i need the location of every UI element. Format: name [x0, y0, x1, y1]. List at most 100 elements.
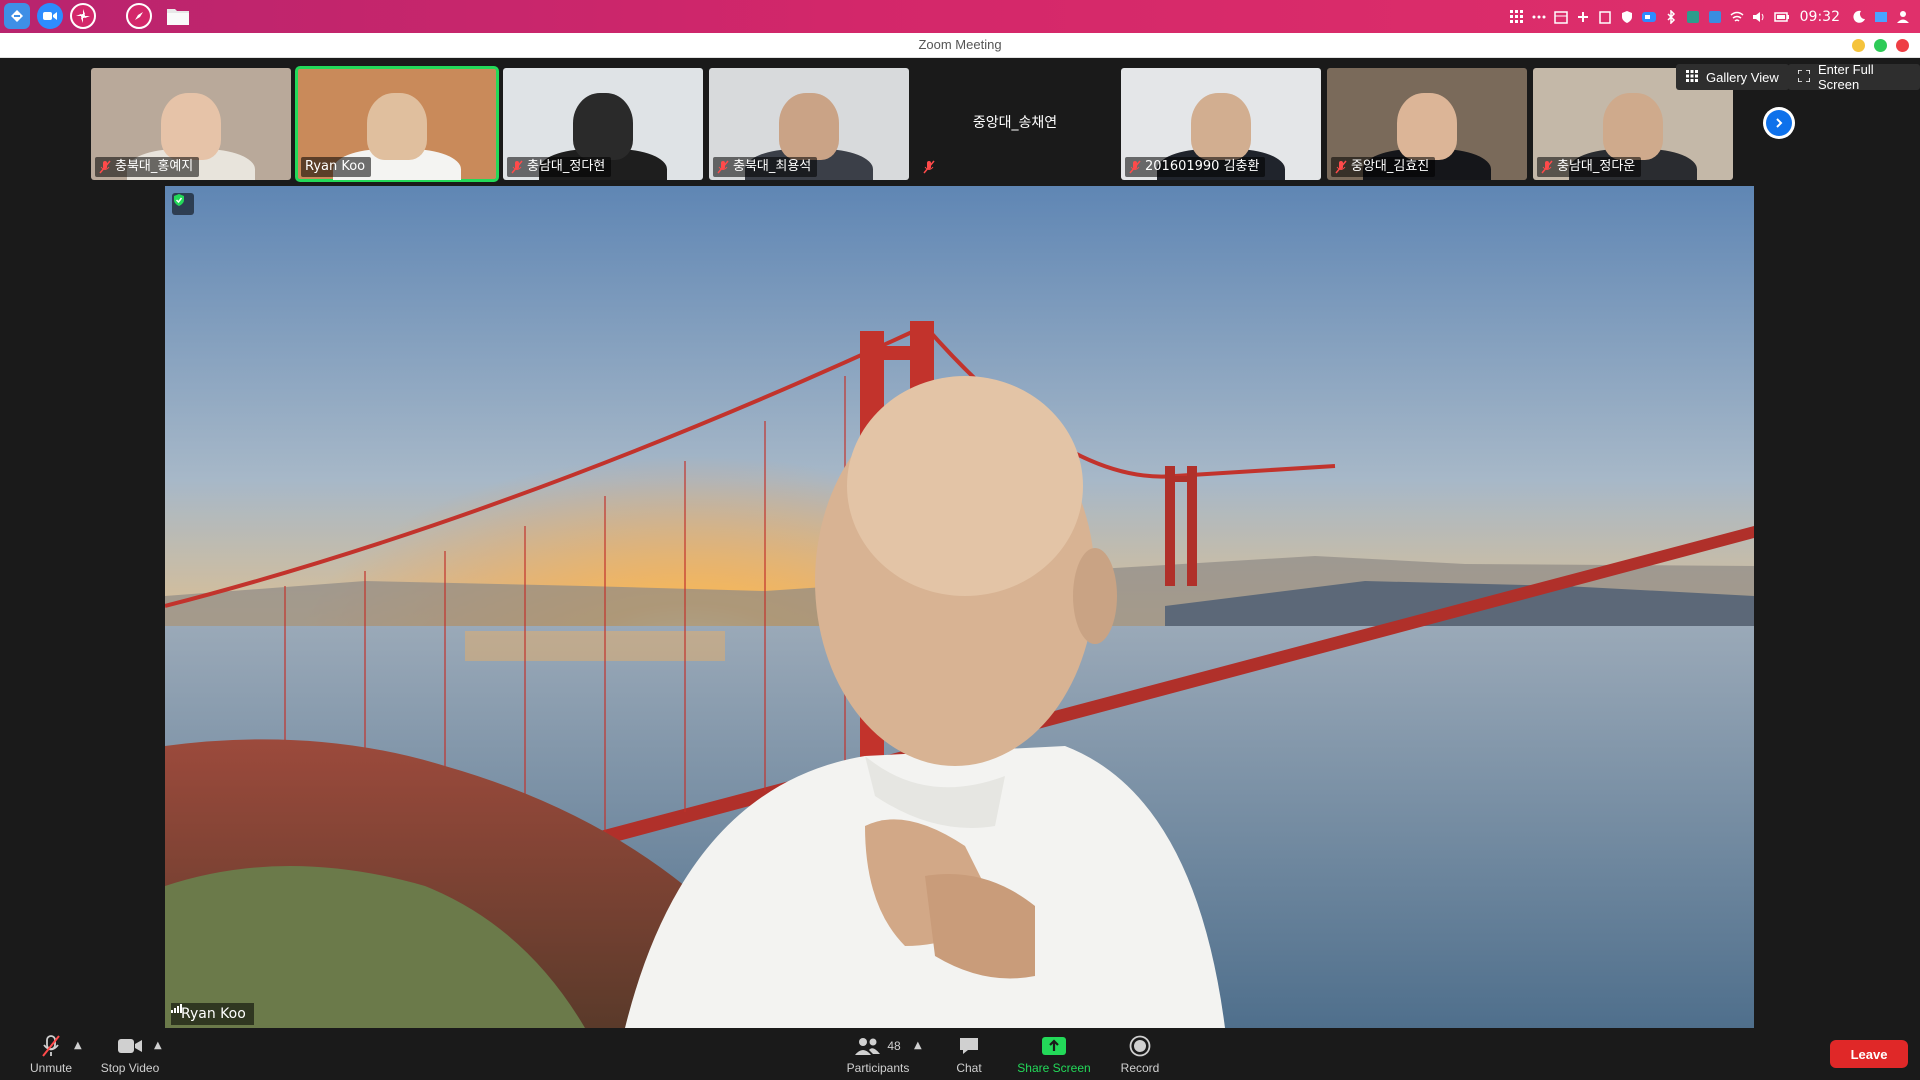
- active-speaker-name-label: Ryan Koo: [171, 1003, 254, 1025]
- close-button[interactable]: [1896, 39, 1909, 52]
- security-shield-icon[interactable]: [172, 193, 194, 215]
- bluetooth-icon[interactable]: [1664, 8, 1678, 25]
- maximize-button[interactable]: [1874, 39, 1887, 52]
- chat-bubble-icon: [958, 1032, 980, 1060]
- participant-face: [1603, 92, 1663, 160]
- record-icon: [1129, 1032, 1151, 1060]
- muted-mic-icon: [1541, 160, 1553, 174]
- participant-name-label: 충남대_정다현: [507, 157, 612, 177]
- participants-label: Participants: [846, 1061, 910, 1075]
- virtual-background-golden-gate: [165, 186, 1754, 1028]
- user-icon[interactable]: [1896, 10, 1910, 24]
- unmute-button[interactable]: Unmute: [24, 1032, 78, 1078]
- app-launcher-icon[interactable]: [4, 3, 30, 29]
- share-screen-label: Share Screen: [1017, 1061, 1091, 1075]
- muted-mic-icon: [40, 1032, 62, 1060]
- participant-name: Ryan Koo: [305, 159, 366, 174]
- zoom-app-icon[interactable]: [37, 3, 63, 29]
- wifi-icon[interactable]: [1730, 10, 1744, 24]
- system-top-bar: 09:32: [0, 0, 1920, 33]
- muted-mic-icon: [1129, 160, 1141, 174]
- battery-icon[interactable]: [1773, 10, 1789, 24]
- system-tray: 09:32: [1509, 0, 1910, 33]
- participant-thumbnail-video-off[interactable]: 중앙대_송채연: [915, 68, 1115, 180]
- stop-video-button[interactable]: Stop Video: [97, 1032, 163, 1078]
- muted-mic-icon: [99, 160, 111, 174]
- participant-name-label: 충북대_최용석: [713, 157, 818, 177]
- participant-name-label: 충북대_홍예지: [95, 157, 200, 177]
- gallery-view-button[interactable]: Gallery View: [1676, 64, 1789, 90]
- show-desktop-icon[interactable]: [1874, 10, 1888, 24]
- participant-name-label: Ryan Koo: [301, 157, 372, 177]
- participant-face: [779, 92, 839, 160]
- shield-icon[interactable]: [1620, 10, 1634, 24]
- participant-name: 중앙대_김효진: [1351, 159, 1430, 174]
- muted-mic-icon: [923, 160, 935, 174]
- more-icon[interactable]: [1532, 10, 1546, 24]
- minimize-button[interactable]: [1852, 39, 1865, 52]
- participant-name: 201601990 김충환: [1145, 159, 1260, 174]
- participant-name: 충남대_정다운: [1557, 159, 1636, 174]
- muted-mic-icon: [1335, 160, 1347, 174]
- unmute-label: Unmute: [29, 1061, 73, 1075]
- share-screen-icon: [1041, 1032, 1067, 1060]
- folder-app-icon[interactable]: [165, 3, 191, 29]
- participant-face: [573, 92, 633, 160]
- messenger-icon[interactable]: [1708, 10, 1722, 24]
- active-speaker-name: Ryan Koo: [181, 1006, 246, 1022]
- window-title: Zoom Meeting: [918, 37, 1002, 52]
- muted-mic-icon: [717, 160, 729, 174]
- active-speaker-video[interactable]: Ryan Koo: [165, 186, 1754, 1028]
- expand-icon: [1797, 68, 1811, 85]
- participant-name-label: 201601990 김충환: [1125, 157, 1266, 177]
- participant-name-label: 충남대_정다운: [1537, 157, 1642, 177]
- muted-mic-icon: [511, 160, 523, 174]
- gallery-view-label: Gallery View: [1706, 69, 1779, 85]
- record-label: Record: [1120, 1061, 1160, 1075]
- enter-full-screen-button[interactable]: Enter Full Screen: [1788, 62, 1920, 92]
- participant-thumbnail[interactable]: 201601990 김충환: [1121, 68, 1321, 180]
- participant-name: 충북대_최용석: [733, 159, 812, 174]
- participants-options-caret[interactable]: ▲: [914, 1040, 922, 1051]
- participant-name-label: 중앙대_김효진: [1331, 157, 1436, 177]
- video-options-caret[interactable]: ▲: [154, 1040, 162, 1051]
- leave-meeting-button[interactable]: Leave: [1830, 1040, 1908, 1068]
- participant-thumbnail[interactable]: 충북대_홍예지: [91, 68, 291, 180]
- calendar-icon[interactable]: [1553, 10, 1568, 24]
- pinwheel-app-icon[interactable]: [70, 3, 96, 29]
- night-mode-icon[interactable]: [1852, 10, 1866, 24]
- compass-app-icon[interactable]: [126, 3, 152, 29]
- participant-face: [1191, 92, 1251, 160]
- participant-thumbnail-active[interactable]: Ryan Koo: [295, 66, 499, 182]
- zoom-tray-icon[interactable]: [1641, 10, 1656, 24]
- next-page-button[interactable]: [1763, 107, 1795, 139]
- participant-face: [161, 92, 221, 160]
- record-button[interactable]: Record: [1113, 1032, 1167, 1078]
- audio-options-caret[interactable]: ▲: [74, 1040, 82, 1051]
- participant-thumbnail[interactable]: 중앙대_김효진: [1327, 68, 1527, 180]
- participant-mute-indicator: [919, 157, 941, 177]
- enter-full-screen-label: Enter Full Screen: [1818, 62, 1874, 92]
- participant-thumbnail[interactable]: 충북대_최용석: [709, 68, 909, 180]
- grid-icon: [1686, 69, 1698, 85]
- participant-face: [367, 92, 427, 160]
- participants-button[interactable]: 48 Participants: [838, 1032, 918, 1078]
- stop-video-label: Stop Video: [100, 1061, 160, 1075]
- update-icon[interactable]: [1686, 10, 1700, 24]
- participants-icon: 48: [855, 1032, 901, 1060]
- chat-button[interactable]: Chat: [945, 1032, 993, 1078]
- video-camera-icon: [117, 1032, 143, 1060]
- volume-icon[interactable]: [1752, 10, 1766, 24]
- clipboard-icon[interactable]: [1598, 10, 1612, 24]
- chat-label: Chat: [956, 1061, 982, 1075]
- participant-name: 충남대_정다현: [527, 159, 606, 174]
- participants-count: 48: [887, 1039, 901, 1053]
- meeting-area: 충북대_홍예지 Ryan Koo 충남대_정다현 충북대_최용석 중앙대_송채연…: [0, 58, 1920, 1028]
- system-clock[interactable]: 09:32: [1800, 9, 1840, 25]
- participant-name: 중앙대_송채연: [972, 115, 1058, 131]
- meeting-toolbar: Unmute ▲ Stop Video ▲ 48 Participants ▲ …: [0, 1028, 1920, 1080]
- share-screen-button[interactable]: Share Screen: [1012, 1032, 1096, 1078]
- participant-thumbnail[interactable]: 충남대_정다현: [503, 68, 703, 180]
- network-status-icon[interactable]: [1576, 10, 1590, 24]
- grid-icon[interactable]: [1509, 9, 1524, 24]
